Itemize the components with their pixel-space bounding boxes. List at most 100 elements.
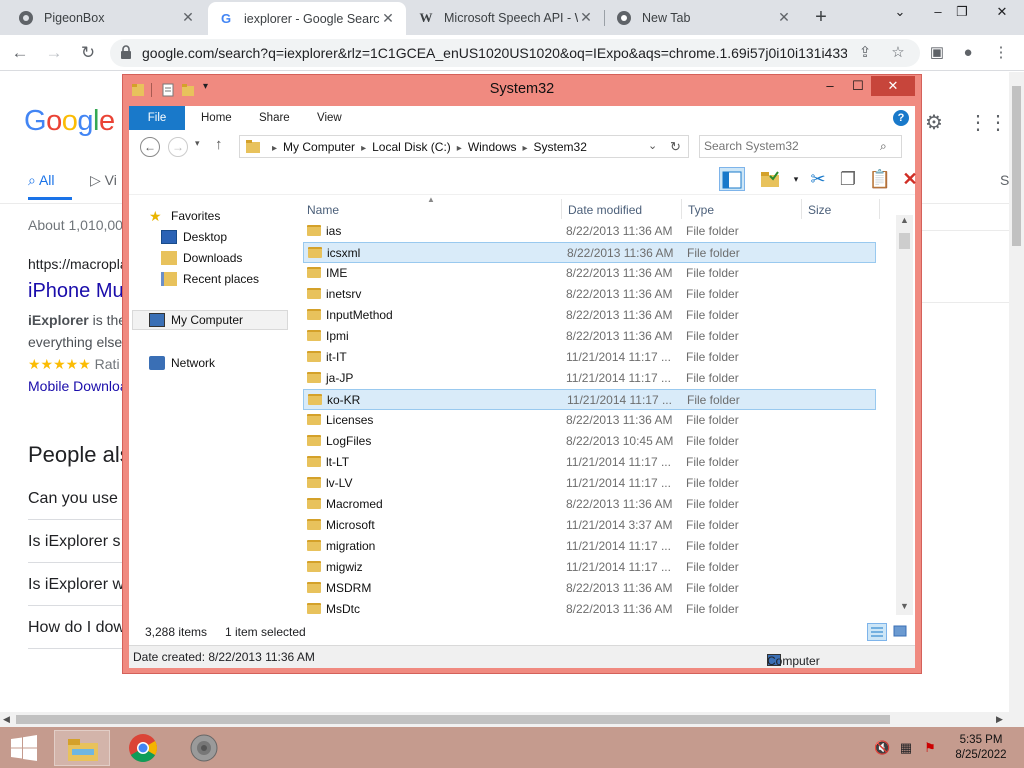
- apps-grid-icon[interactable]: ⋮⋮: [968, 110, 1008, 134]
- scrollbar-thumb[interactable]: [1012, 86, 1021, 246]
- nav-recent-places[interactable]: Recent places: [161, 272, 259, 286]
- search-box[interactable]: ⌕: [699, 135, 902, 158]
- file-row[interactable]: it-IT 11/21/2014 11:17 ... File folder: [303, 347, 876, 368]
- close-window-icon[interactable]: ✕: [982, 0, 1022, 28]
- tab-videos[interactable]: ▷ Vi: [90, 172, 117, 189]
- column-separator[interactable]: [879, 199, 880, 219]
- profile-avatar-icon[interactable]: ●: [957, 42, 979, 64]
- taskbar-chrome[interactable]: [115, 730, 171, 766]
- tab-file[interactable]: File: [129, 106, 185, 130]
- address-bar[interactable]: ▸ My Computer ▸ Local Disk (C:) ▸ Windows ▸ Sys…: [239, 135, 689, 158]
- nav-my-computer[interactable]: My Computer: [132, 310, 288, 330]
- paa-question[interactable]: Can you use: [28, 490, 118, 508]
- tab-home[interactable]: Home: [187, 106, 246, 130]
- close-tab-icon[interactable]: ✕: [776, 9, 792, 26]
- column-separator[interactable]: [561, 199, 562, 219]
- breadcrumb-item[interactable]: System32: [534, 140, 587, 154]
- close-tab-icon[interactable]: ✕: [578, 9, 594, 26]
- folder-options-icon[interactable]: [757, 167, 783, 191]
- recent-locations-icon[interactable]: ▾: [195, 138, 200, 149]
- breadcrumb-item[interactable]: Windows: [468, 140, 517, 154]
- file-list-scrollbar[interactable]: ▲ ▼: [896, 215, 913, 615]
- google-logo[interactable]: Google: [24, 105, 115, 138]
- file-row[interactable]: MsDtc 8/22/2013 11:36 AM File folder: [303, 599, 876, 620]
- delete-icon[interactable]: ✕: [897, 167, 923, 191]
- search-input[interactable]: [704, 139, 874, 153]
- side-panel-icon[interactable]: ▣: [926, 42, 948, 64]
- column-separator[interactable]: [681, 199, 682, 219]
- tab-pigeonbox[interactable]: PigeonBox ✕: [8, 2, 206, 33]
- refresh-icon[interactable]: ↻: [670, 139, 681, 155]
- new-tab-button[interactable]: +: [810, 6, 832, 28]
- network-tray-icon[interactable]: ▦: [898, 740, 914, 756]
- column-separator[interactable]: [801, 199, 802, 219]
- column-header-type[interactable]: Type: [688, 203, 714, 217]
- close-button[interactable]: ✕: [871, 76, 915, 96]
- address-bar[interactable]: google.com/search?q=iexplorer&rlz=1C1GCE…: [110, 39, 920, 67]
- scrollbar-thumb[interactable]: [16, 715, 890, 724]
- file-row[interactable]: ja-JP 11/21/2014 11:17 ... File folder: [303, 368, 876, 389]
- taskbar-clock[interactable]: 5:35 PM 8/25/2022: [952, 733, 1010, 763]
- maximize-icon[interactable]: ☐: [845, 76, 871, 96]
- paste-icon[interactable]: 📋: [867, 167, 893, 191]
- file-row[interactable]: Licenses 8/22/2013 11:36 AM File folder: [303, 410, 876, 431]
- file-row[interactable]: MSDRM 8/22/2013 11:36 AM File folder: [303, 578, 876, 599]
- back-button[interactable]: ←: [8, 41, 32, 65]
- file-row[interactable]: Macromed 8/22/2013 11:36 AM File folder: [303, 494, 876, 515]
- file-row[interactable]: InputMethod 8/22/2013 11:36 AM File folder: [303, 305, 876, 326]
- minimize-icon[interactable]: ‒: [817, 76, 843, 96]
- up-arrow-icon[interactable]: ↑: [215, 136, 223, 153]
- scrollbar-thumb[interactable]: [899, 233, 910, 249]
- nav-downloads[interactable]: Downloads: [161, 251, 242, 265]
- result-title-link[interactable]: iPhone Mu: [28, 280, 124, 303]
- details-view-button[interactable]: [867, 623, 887, 641]
- scroll-up-icon[interactable]: ▲: [896, 215, 913, 225]
- reload-button[interactable]: ↻: [76, 41, 100, 65]
- help-icon[interactable]: ?: [893, 110, 909, 126]
- cut-icon[interactable]: ✂: [805, 167, 831, 191]
- back-arrow-icon[interactable]: ←: [140, 137, 160, 157]
- breadcrumb-item[interactable]: My Computer: [283, 140, 355, 154]
- column-header-date[interactable]: Date modified: [568, 203, 642, 217]
- page-horizontal-scrollbar[interactable]: ◀ ▶: [0, 712, 1024, 727]
- tab-speech-api[interactable]: W Microsoft Speech API - W ✕: [408, 2, 604, 33]
- tab-new-tab[interactable]: New Tab ✕: [606, 2, 802, 33]
- breadcrumb-item[interactable]: Local Disk (C:): [372, 140, 451, 154]
- file-row[interactable]: ko-KR 11/21/2014 11:17 ... File folder: [303, 389, 876, 410]
- taskbar-file-explorer[interactable]: [54, 730, 110, 766]
- tab-all[interactable]: ⌕ All: [28, 172, 55, 189]
- column-header-name[interactable]: Name: [307, 203, 339, 217]
- file-row[interactable]: icsxml 8/22/2013 11:36 AM File folder: [303, 242, 876, 263]
- file-row[interactable]: lv-LV 11/21/2014 11:17 ... File folder: [303, 473, 876, 494]
- tab-settings[interactable]: S: [1000, 172, 1009, 188]
- tab-view[interactable]: View: [303, 106, 356, 130]
- file-row[interactable]: IME 8/22/2013 11:36 AM File folder: [303, 263, 876, 284]
- nav-network[interactable]: Network: [149, 356, 215, 370]
- file-row[interactable]: Microsoft 11/21/2014 3:37 AM File folder: [303, 515, 876, 536]
- volume-muted-icon[interactable]: 🔇: [874, 740, 890, 756]
- preview-pane-icon[interactable]: [719, 167, 745, 191]
- file-row[interactable]: migration 11/21/2014 11:17 ... File folder: [303, 536, 876, 557]
- result-url[interactable]: https://macropla: [28, 256, 128, 272]
- scroll-right-icon[interactable]: ▶: [996, 714, 1003, 725]
- forward-button[interactable]: →: [42, 41, 66, 65]
- start-button[interactable]: [0, 730, 48, 766]
- bookmark-star-icon[interactable]: ☆: [888, 43, 908, 63]
- scroll-down-icon[interactable]: ▼: [896, 601, 913, 611]
- file-row[interactable]: Ipmi 8/22/2013 11:36 AM File folder: [303, 326, 876, 347]
- mobile-download-link[interactable]: Mobile Downloa: [28, 378, 128, 394]
- paa-question[interactable]: How do I dow: [28, 619, 125, 637]
- explorer-title-bar[interactable]: ▾ System32 ‒ ☐ ✕: [123, 75, 921, 105]
- scroll-left-icon[interactable]: ◀: [3, 714, 10, 725]
- page-vertical-scrollbar[interactable]: [1009, 72, 1024, 712]
- copy-icon[interactable]: ❐: [835, 167, 861, 191]
- settings-gear-icon[interactable]: ⚙: [922, 110, 946, 134]
- file-row[interactable]: LogFiles 8/22/2013 10:45 AM File folder: [303, 431, 876, 452]
- forward-arrow-icon[interactable]: →: [168, 137, 188, 157]
- share-icon[interactable]: ⇪: [855, 43, 875, 63]
- paa-question[interactable]: Is iExplorer w: [28, 576, 124, 594]
- dropdown-chevron-icon[interactable]: ⌄: [648, 139, 657, 152]
- menu-kebab-icon[interactable]: ⋮: [990, 42, 1012, 64]
- file-row[interactable]: ias 8/22/2013 11:36 AM File folder: [303, 221, 876, 242]
- file-row[interactable]: lt-LT 11/21/2014 11:17 ... File folder: [303, 452, 876, 473]
